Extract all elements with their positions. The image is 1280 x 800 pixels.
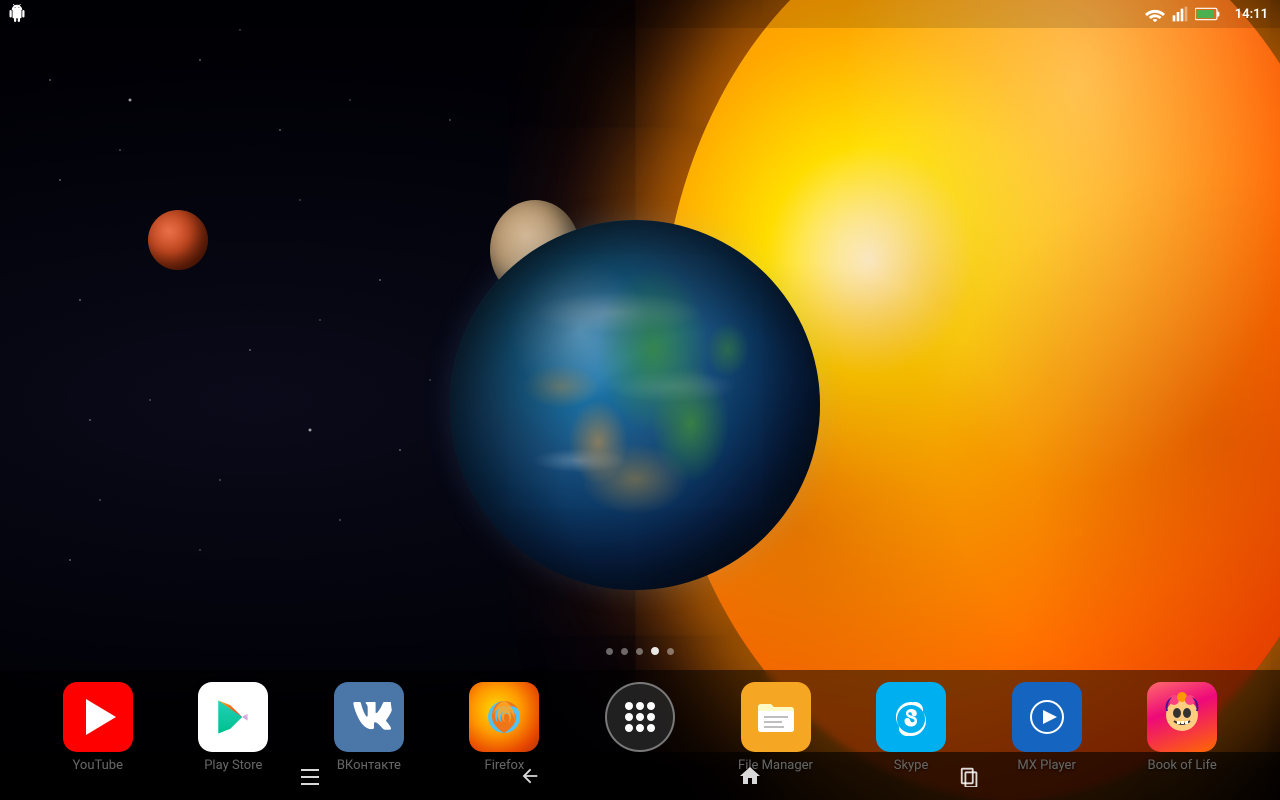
status-bar: 14:11: [0, 0, 1280, 28]
signal-icon: [1171, 6, 1189, 22]
vk-icon: [346, 702, 392, 732]
back-button[interactable]: [505, 756, 555, 796]
notification-area: [8, 4, 26, 26]
firefox-icon-bg: [469, 682, 539, 752]
menu-button[interactable]: [285, 756, 335, 796]
filemanager-icon: [754, 695, 798, 739]
navigation-bar: [0, 752, 1280, 800]
playstore-icon: [211, 695, 255, 739]
earth-planet: [450, 220, 820, 590]
status-time: 14:11: [1235, 7, 1268, 22]
vk-icon-bg: [334, 682, 404, 752]
android-icon: [8, 4, 26, 22]
status-icons: 14:11: [1145, 6, 1268, 22]
skype-icon: [889, 695, 933, 739]
page-dot-2[interactable]: [621, 648, 628, 655]
firefox-icon: [482, 695, 526, 739]
recents-button[interactable]: [945, 756, 995, 796]
bookoflife-icon: [1152, 687, 1212, 747]
playstore-icon-bg: [198, 682, 268, 752]
youtube-icon-bg: [63, 682, 133, 752]
bookoflife-icon-bg: [1147, 682, 1217, 752]
appdrawer-app[interactable]: [590, 682, 690, 758]
wifi-icon: [1145, 6, 1165, 22]
page-dot-4[interactable]: [651, 647, 659, 655]
page-dot-1[interactable]: [606, 648, 613, 655]
home-button[interactable]: [725, 756, 775, 796]
mxplayer-icon: [1025, 695, 1069, 739]
appdrawer-icon: [620, 697, 660, 737]
battery-icon: [1195, 6, 1221, 22]
appdrawer-icon-bg: [605, 682, 675, 752]
mars-planet: [148, 210, 208, 270]
filemanager-icon-bg: [741, 682, 811, 752]
page-dot-3[interactable]: [636, 648, 643, 655]
mxplayer-icon-bg: [1012, 682, 1082, 752]
page-dot-5[interactable]: [667, 648, 674, 655]
page-dots: [606, 647, 674, 655]
skype-icon-bg: [876, 682, 946, 752]
youtube-play-triangle: [86, 699, 116, 735]
